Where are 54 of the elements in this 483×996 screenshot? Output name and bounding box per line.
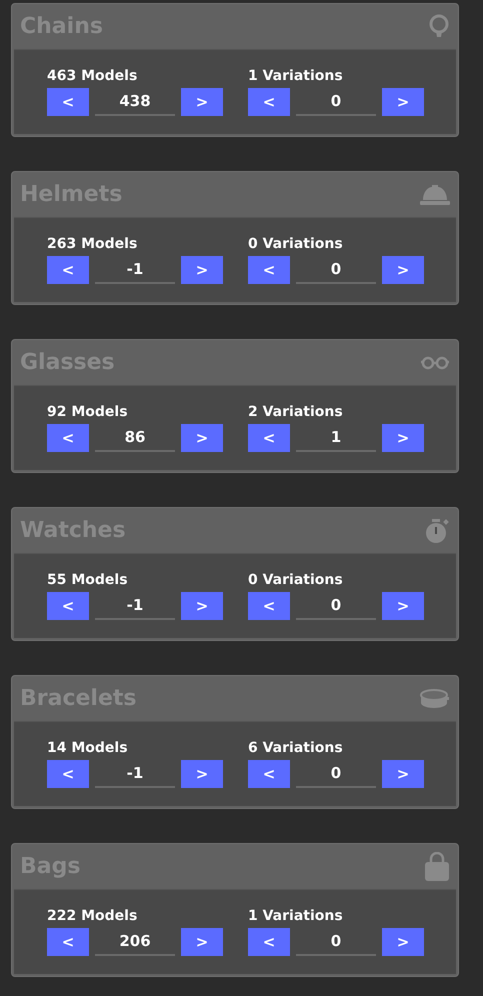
previous-button[interactable]: <	[47, 928, 89, 956]
next-button[interactable]: >	[181, 592, 223, 620]
next-button[interactable]: >	[181, 256, 223, 284]
models-count: 463 Models	[47, 67, 138, 86]
variations-count: 1 Variations	[248, 907, 344, 926]
variations-input[interactable]: 0	[296, 592, 376, 620]
variations-input[interactable]: 0	[296, 88, 376, 116]
models-count: 222 Models	[47, 907, 138, 926]
previous-button[interactable]: <	[248, 424, 290, 452]
previous-button[interactable]: <	[248, 760, 290, 788]
models-count: 14 Models	[47, 739, 129, 758]
previous-button[interactable]: <	[47, 592, 89, 620]
previous-button[interactable]: <	[248, 928, 290, 956]
previous-button[interactable]: <	[47, 256, 89, 284]
next-button[interactable]: >	[181, 88, 223, 116]
next-button[interactable]: >	[382, 928, 424, 956]
next-button[interactable]: >	[181, 928, 223, 956]
next-button[interactable]: >	[181, 760, 223, 788]
bracelet-icon	[420, 688, 450, 708]
models-input[interactable]: 206	[95, 928, 175, 956]
glasses-icon	[420, 356, 450, 370]
previous-button[interactable]: <	[47, 424, 89, 452]
next-button[interactable]: >	[382, 760, 424, 788]
models-count: 263 Models	[47, 235, 138, 254]
previous-button[interactable]: <	[248, 592, 290, 620]
models-input[interactable]: 438	[95, 88, 175, 116]
models-input[interactable]: 86	[95, 424, 175, 452]
variations-input[interactable]: 0	[296, 256, 376, 284]
bag-icon	[424, 852, 450, 882]
variations-count: 6 Variations	[248, 739, 344, 758]
previous-button[interactable]: <	[248, 256, 290, 284]
variations-count: 0 Variations	[248, 235, 344, 254]
next-button[interactable]: >	[382, 88, 424, 116]
previous-button[interactable]: <	[47, 88, 89, 116]
models-count: 92 Models	[47, 403, 129, 422]
previous-button[interactable]: <	[248, 88, 290, 116]
models-input[interactable]: -1	[95, 256, 175, 284]
pendant-icon	[428, 14, 450, 40]
variations-input[interactable]: 1	[296, 424, 376, 452]
stopwatch-icon	[426, 518, 450, 544]
previous-button[interactable]: <	[47, 760, 89, 788]
variations-input[interactable]: 0	[296, 760, 376, 788]
models-input[interactable]: -1	[95, 592, 175, 620]
variations-count: 0 Variations	[248, 571, 344, 590]
models-input[interactable]: -1	[95, 760, 175, 788]
variations-count: 1 Variations	[248, 67, 344, 86]
next-button[interactable]: >	[382, 256, 424, 284]
next-button[interactable]: >	[382, 592, 424, 620]
next-button[interactable]: >	[181, 424, 223, 452]
next-button[interactable]: >	[382, 424, 424, 452]
variations-count: 2 Variations	[248, 403, 344, 422]
variations-input[interactable]: 0	[296, 928, 376, 956]
models-count: 55 Models	[47, 571, 129, 590]
helmet-icon	[420, 184, 450, 206]
